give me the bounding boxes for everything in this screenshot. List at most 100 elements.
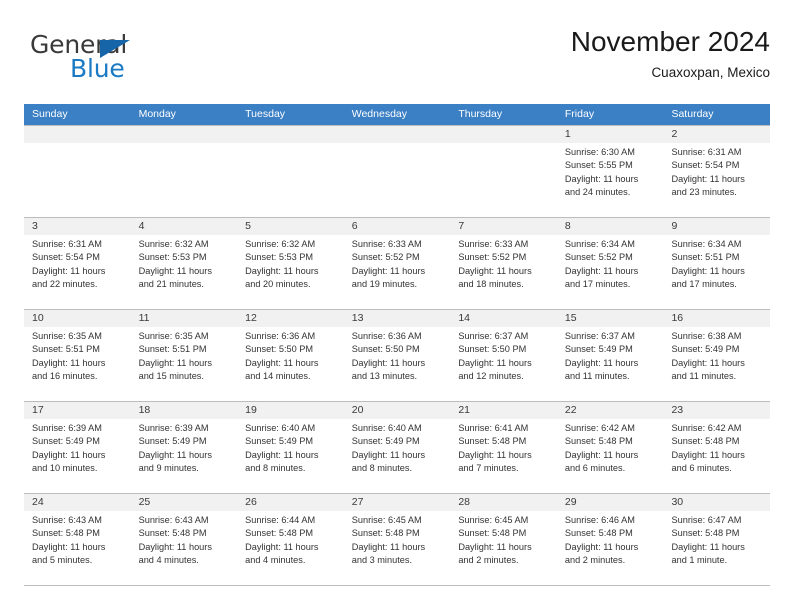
day-number: 11 (130, 310, 238, 327)
day-cell[interactable]: 17 Sunrise: 6:39 AM Sunset: 5:49 PM Dayl… (24, 402, 131, 493)
weekday-header-friday: Friday (564, 108, 595, 120)
daylight-text-line2: and 13 minutes. (351, 370, 418, 381)
daylight-text-line2: and 8 minutes. (351, 462, 413, 473)
day-cell[interactable]: 7 Sunrise: 6:33 AM Sunset: 5:52 PM Dayli… (450, 218, 557, 309)
day-number: 3 (24, 218, 131, 235)
sunrise-text: Sunrise: 6:46 AM (564, 515, 635, 525)
sunrise-text: Sunrise: 6:34 AM (564, 239, 635, 249)
sunrise-text: Sunrise: 6:33 AM (351, 239, 422, 249)
daylight-text-line1: Daylight: 11 hours (671, 449, 745, 460)
sunrise-text: Sunrise: 6:32 AM (245, 239, 316, 249)
day-cell[interactable]: 23 Sunrise: 6:42 AM Sunset: 5:48 PM Dayl… (663, 402, 771, 493)
sunset-text: Sunset: 5:52 PM (351, 252, 420, 263)
day-details (24, 143, 131, 146)
daylight-text-line2: and 9 minutes. (138, 462, 199, 473)
daylight-text-line2: and 8 minutes. (245, 462, 306, 473)
day-number: 15 (556, 310, 664, 327)
sunrise-text: Sunrise: 6:34 AM (671, 239, 742, 249)
sunrise-text: Sunrise: 6:41 AM (458, 423, 529, 433)
calendar-week-row: 3 Sunrise: 6:31 AM Sunset: 5:54 PM Dayli… (24, 217, 771, 309)
daylight-text-line1: Daylight: 11 hours (245, 541, 319, 552)
day-details: Sunrise: 6:30 AM Sunset: 5:55 PM Dayligh… (557, 143, 664, 199)
day-cell[interactable] (343, 126, 451, 217)
day-cell[interactable]: 15 Sunrise: 6:37 AM Sunset: 5:49 PM Dayl… (556, 310, 664, 401)
day-cell[interactable]: 18 Sunrise: 6:39 AM Sunset: 5:49 PM Dayl… (130, 402, 238, 493)
day-cell[interactable]: 24 Sunrise: 6:43 AM Sunset: 5:48 PM Dayl… (24, 494, 131, 585)
day-cell[interactable]: 30 Sunrise: 6:47 AM Sunset: 5:48 PM Dayl… (663, 494, 771, 585)
daylight-text-line1: Daylight: 11 hours (245, 449, 319, 460)
day-cell[interactable]: 11 Sunrise: 6:35 AM Sunset: 5:51 PM Dayl… (130, 310, 238, 401)
calendar-week-row: 24 Sunrise: 6:43 AM Sunset: 5:48 PM Dayl… (24, 493, 771, 586)
day-number: 19 (237, 402, 344, 419)
day-cell[interactable] (130, 126, 238, 217)
day-cell[interactable]: 28 Sunrise: 6:45 AM Sunset: 5:48 PM Dayl… (450, 494, 557, 585)
day-number: 28 (450, 494, 557, 511)
sunrise-text: Sunrise: 6:35 AM (32, 331, 102, 341)
day-details: Sunrise: 6:43 AM Sunset: 5:48 PM Dayligh… (24, 511, 131, 567)
day-cell[interactable]: 19 Sunrise: 6:40 AM Sunset: 5:49 PM Dayl… (237, 402, 344, 493)
day-cell[interactable]: 9 Sunrise: 6:34 AM Sunset: 5:51 PM Dayli… (663, 218, 771, 309)
logo-text-blue: Blue (70, 54, 125, 83)
day-cell[interactable]: 4 Sunrise: 6:32 AM Sunset: 5:53 PM Dayli… (130, 218, 238, 309)
day-cell[interactable]: 5 Sunrise: 6:32 AM Sunset: 5:53 PM Dayli… (237, 218, 344, 309)
daylight-text-line1: Daylight: 11 hours (138, 357, 212, 368)
day-details: Sunrise: 6:32 AM Sunset: 5:53 PM Dayligh… (131, 235, 238, 291)
daylight-text-line1: Daylight: 11 hours (351, 265, 426, 276)
day-details: Sunrise: 6:35 AM Sunset: 5:51 PM Dayligh… (24, 327, 131, 383)
day-cell[interactable]: 21 Sunrise: 6:41 AM Sunset: 5:48 PM Dayl… (450, 402, 557, 493)
day-details: Sunrise: 6:37 AM Sunset: 5:50 PM Dayligh… (450, 327, 557, 383)
day-cell[interactable]: 29 Sunrise: 6:46 AM Sunset: 5:48 PM Dayl… (556, 494, 664, 585)
sunset-text: Sunset: 5:51 PM (138, 344, 207, 355)
sunrise-text: Sunrise: 6:47 AM (671, 515, 742, 525)
daylight-text-line2: and 22 minutes. (32, 278, 98, 289)
day-cell[interactable]: 22 Sunrise: 6:42 AM Sunset: 5:48 PM Dayl… (556, 402, 664, 493)
day-cell[interactable]: 2 Sunrise: 6:31 AM Sunset: 5:54 PM Dayli… (663, 126, 771, 217)
day-cell[interactable]: 25 Sunrise: 6:43 AM Sunset: 5:48 PM Dayl… (130, 494, 238, 585)
day-cell[interactable]: 8 Sunrise: 6:34 AM Sunset: 5:52 PM Dayli… (556, 218, 664, 309)
day-cell[interactable] (24, 126, 131, 217)
general-blue-logo[interactable]: General Blue (30, 32, 230, 88)
daylight-text-line1: Daylight: 11 hours (458, 541, 532, 552)
sunset-text: Sunset: 5:48 PM (245, 528, 314, 539)
day-cell[interactable]: 12 Sunrise: 6:36 AM Sunset: 5:50 PM Dayl… (237, 310, 344, 401)
daylight-text-line1: Daylight: 11 hours (138, 541, 212, 552)
day-number: 18 (130, 402, 238, 419)
day-details: Sunrise: 6:34 AM Sunset: 5:52 PM Dayligh… (557, 235, 664, 291)
sunrise-text: Sunrise: 6:42 AM (671, 423, 742, 433)
day-number: 8 (556, 218, 664, 235)
day-number: 6 (343, 218, 451, 235)
weekday-header-monday: Monday (138, 108, 176, 120)
day-cell[interactable] (237, 126, 344, 217)
daylight-text-line1: Daylight: 11 hours (564, 265, 639, 276)
day-details: Sunrise: 6:46 AM Sunset: 5:48 PM Dayligh… (557, 511, 664, 567)
day-cell[interactable]: 14 Sunrise: 6:37 AM Sunset: 5:50 PM Dayl… (450, 310, 557, 401)
calendar-page: General Blue November 2024 Cuaxoxpan, Me… (0, 0, 792, 612)
day-number (450, 126, 557, 143)
sunrise-text: Sunrise: 6:37 AM (458, 331, 529, 341)
day-details: Sunrise: 6:31 AM Sunset: 5:54 PM Dayligh… (663, 143, 770, 199)
sunset-text: Sunset: 5:50 PM (458, 344, 527, 355)
day-cell[interactable] (450, 126, 557, 217)
daylight-text-line1: Daylight: 11 hours (32, 449, 106, 460)
daylight-text-line2: and 16 minutes. (32, 370, 98, 381)
day-cell[interactable]: 27 Sunrise: 6:45 AM Sunset: 5:48 PM Dayl… (343, 494, 451, 585)
sunrise-text: Sunrise: 6:37 AM (564, 331, 635, 341)
calendar-grid: Sunday Monday Tuesday Wednesday Thursday… (24, 104, 771, 586)
day-cell[interactable]: 3 Sunrise: 6:31 AM Sunset: 5:54 PM Dayli… (24, 218, 131, 309)
day-number (237, 126, 344, 143)
day-number: 13 (343, 310, 451, 327)
day-cell[interactable]: 20 Sunrise: 6:40 AM Sunset: 5:49 PM Dayl… (343, 402, 451, 493)
daylight-text-line2: and 4 minutes. (138, 554, 199, 565)
day-cell[interactable]: 13 Sunrise: 6:36 AM Sunset: 5:50 PM Dayl… (343, 310, 451, 401)
sunset-text: Sunset: 5:53 PM (245, 252, 314, 263)
sunset-text: Sunset: 5:49 PM (671, 344, 740, 355)
sunrise-text: Sunrise: 6:36 AM (351, 331, 422, 341)
sunset-text: Sunset: 5:48 PM (671, 436, 740, 447)
day-cell[interactable]: 26 Sunrise: 6:44 AM Sunset: 5:48 PM Dayl… (237, 494, 344, 585)
day-cell[interactable]: 10 Sunrise: 6:35 AM Sunset: 5:51 PM Dayl… (24, 310, 131, 401)
day-details: Sunrise: 6:40 AM Sunset: 5:49 PM Dayligh… (344, 419, 451, 475)
day-cell[interactable]: 1 Sunrise: 6:30 AM Sunset: 5:55 PM Dayli… (556, 126, 664, 217)
daylight-text-line2: and 15 minutes. (138, 370, 204, 381)
day-cell[interactable]: 6 Sunrise: 6:33 AM Sunset: 5:52 PM Dayli… (343, 218, 451, 309)
day-cell[interactable]: 16 Sunrise: 6:38 AM Sunset: 5:49 PM Dayl… (663, 310, 771, 401)
